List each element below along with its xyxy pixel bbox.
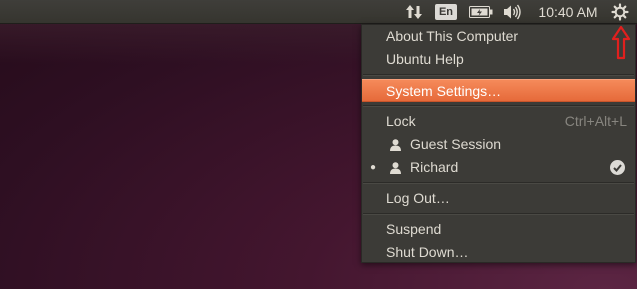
checkmark-icon bbox=[610, 160, 625, 175]
menu-item-shutdown-label: Shut Down… bbox=[386, 244, 469, 260]
network-updown-icon[interactable] bbox=[403, 0, 425, 24]
keyboard-layout-indicator[interactable]: En bbox=[433, 0, 459, 24]
menu-item-help[interactable]: Ubuntu Help bbox=[362, 48, 635, 71]
menu-item-lock-label: Lock bbox=[386, 113, 416, 129]
user-icon bbox=[388, 156, 402, 179]
menu-item-logout-label: Log Out… bbox=[386, 190, 450, 206]
menu-separator bbox=[363, 182, 634, 184]
menu-item-system-settings[interactable]: System Settings… bbox=[362, 79, 635, 102]
lock-shortcut: Ctrl+Alt+L bbox=[564, 113, 627, 129]
battery-icon[interactable] bbox=[467, 0, 495, 24]
menu-item-log-out[interactable]: Log Out… bbox=[362, 187, 635, 210]
session-gear-icon[interactable] bbox=[607, 0, 633, 24]
menu-item-guest-label: Guest Session bbox=[410, 136, 502, 152]
menu-item-about-label: About This Computer bbox=[386, 28, 519, 44]
clock[interactable]: 10:40 AM bbox=[533, 0, 603, 24]
active-user-bullet: ● bbox=[370, 162, 377, 173]
keyboard-layout-label: En bbox=[435, 4, 457, 20]
menu-item-help-label: Ubuntu Help bbox=[386, 51, 464, 67]
menu-item-settings-label: System Settings… bbox=[386, 83, 502, 99]
volume-icon[interactable] bbox=[501, 0, 525, 24]
top-panel: En 10:40 AM bbox=[0, 0, 637, 24]
menu-item-suspend[interactable]: Suspend bbox=[362, 218, 635, 241]
menu-separator bbox=[363, 213, 634, 215]
menu-item-shut-down[interactable]: Shut Down… bbox=[362, 241, 635, 264]
desktop-wallpaper bbox=[0, 24, 362, 64]
menu-item-guest-session[interactable]: Guest Session bbox=[362, 133, 635, 156]
menu-separator bbox=[363, 105, 634, 107]
session-menu: About This Computer Ubuntu Help System S… bbox=[361, 24, 636, 263]
up-arrow-annotation-icon bbox=[611, 26, 631, 60]
menu-item-user-richard[interactable]: ● Richard bbox=[362, 156, 635, 179]
user-icon bbox=[388, 133, 402, 156]
menu-separator bbox=[363, 74, 634, 76]
menu-item-suspend-label: Suspend bbox=[386, 221, 442, 237]
menu-item-lock[interactable]: Lock Ctrl+Alt+L bbox=[362, 110, 635, 133]
menu-item-about[interactable]: About This Computer bbox=[362, 25, 635, 48]
